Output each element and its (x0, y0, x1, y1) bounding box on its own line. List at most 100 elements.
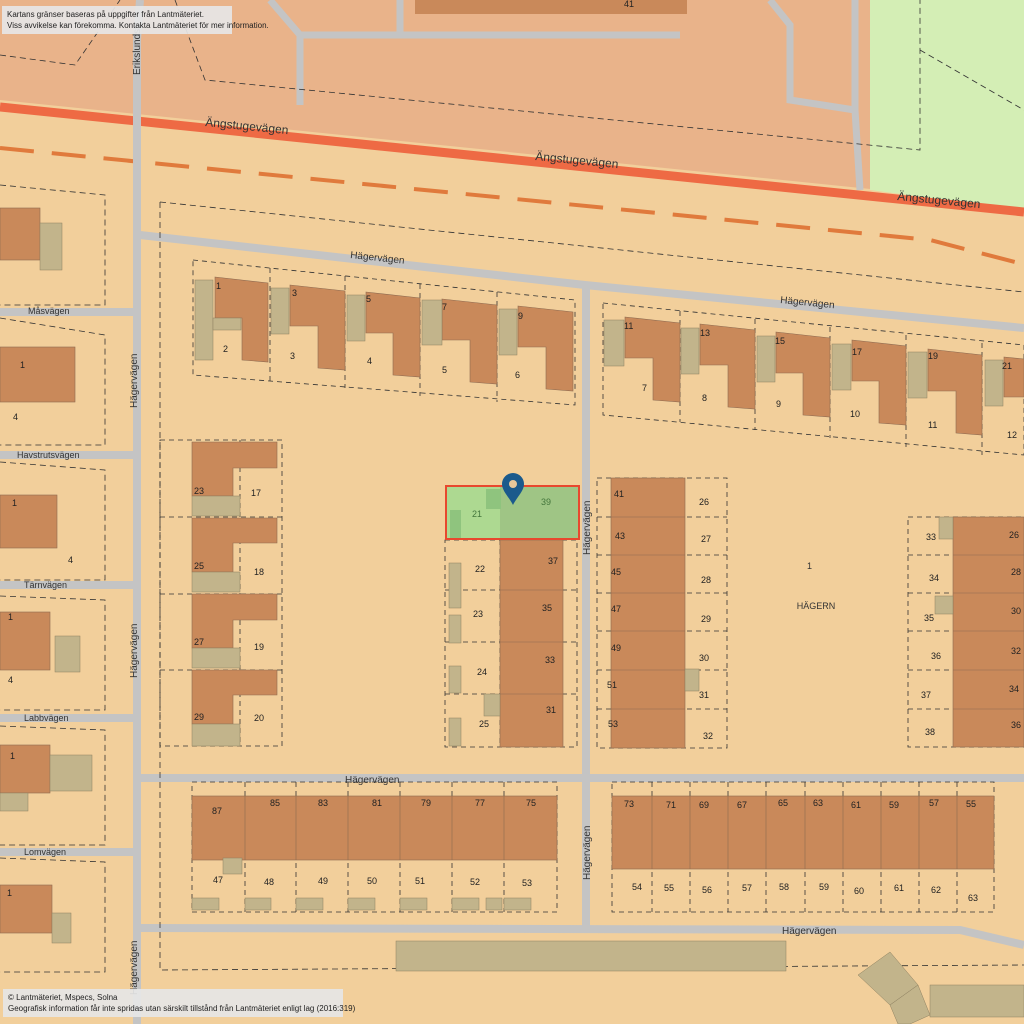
plot-number: 1 (20, 360, 25, 370)
plot-number: 60 (854, 886, 864, 896)
plot-number: 11 (624, 321, 633, 331)
disclaimer-line-2: Viss avvikelse kan förekomma. Kontakta L… (7, 21, 269, 30)
plot-number: 18 (254, 567, 264, 577)
plot-number: 77 (475, 798, 485, 808)
plot-number: 43 (615, 531, 625, 541)
plot-number: 15 (775, 336, 785, 346)
plot-number: 65 (778, 798, 788, 808)
plot-number: 29 (194, 712, 204, 722)
plot-number: 1 (12, 498, 17, 508)
plot-number: 8 (702, 393, 707, 403)
plot-number: 19 (254, 642, 264, 652)
plot-number: 25 (479, 719, 489, 729)
plot-number: 85 (270, 798, 280, 808)
plot-number: 41 (614, 489, 624, 499)
park-area (870, 0, 1024, 210)
plot-number: 36 (931, 651, 941, 661)
plot-number: 75 (526, 798, 536, 808)
plot-number: 27 (194, 637, 204, 647)
plot-number: 37 (921, 690, 931, 700)
selected-label-39: 39 (541, 497, 551, 507)
plot-number: 57 (742, 883, 752, 893)
map-disclaimer: Kartans gränser baseras på uppgifter frå… (2, 6, 269, 34)
plot-number: 31 (546, 705, 556, 715)
plot-number: 28 (701, 575, 711, 585)
plot-number: 22 (475, 564, 485, 574)
plot-number: 61 (894, 883, 904, 893)
road-label-labb: Labbvägen (24, 713, 69, 723)
property-map[interactable]: Ängstugevägen Ängstugevägen Ängstugeväge… (0, 0, 1024, 1025)
plot-number: 21 (1002, 361, 1012, 371)
plot-number: 25 (194, 561, 204, 571)
plot-number: 26 (699, 497, 709, 507)
plot-number: 59 (819, 882, 829, 892)
plot-number: 32 (1011, 646, 1021, 656)
plot-number: 49 (611, 643, 621, 653)
copyright-line-2: Geografisk information får inte spridas … (8, 1004, 356, 1013)
plot-number: 11 (928, 420, 937, 430)
road-label-hager-7: Hägervägen (129, 354, 140, 408)
plot-number: 49 (318, 876, 328, 886)
plot-number: 5 (366, 294, 371, 304)
plot-number: 9 (518, 311, 523, 321)
plot-number: 53 (608, 719, 618, 729)
plot-number: 52 (470, 877, 480, 887)
plot-number: 35 (542, 603, 552, 613)
plot-number: 26 (1009, 530, 1019, 540)
plot-number: 20 (254, 713, 264, 723)
road-label-tarn: Tärnvägen (24, 580, 67, 590)
road-label-hager-5: Hägervägen (582, 826, 593, 880)
plot-number: 87 (212, 806, 222, 816)
plot-number: 33 (926, 532, 936, 542)
plot-number: 37 (548, 556, 558, 566)
road-label-hager-4: Hägervägen (345, 775, 399, 786)
plot-number: 33 (545, 655, 555, 665)
plot-number: 47 (213, 875, 223, 885)
plot-number: 30 (1011, 606, 1021, 616)
plot-number: 2 (223, 344, 228, 354)
plot-number: 7 (442, 302, 447, 312)
plot-number: 41 (624, 0, 634, 9)
plot-number: 61 (851, 800, 861, 810)
plot-number: 23 (194, 486, 204, 496)
area-name: HÄGERN (797, 601, 836, 611)
road-label-hager-9: Hägervägen (129, 941, 140, 995)
plot-number: 58 (779, 882, 789, 892)
plot-number: 7 (642, 383, 647, 393)
plot-number: 73 (624, 799, 634, 809)
copyright-line-1: © Lantmäteriet, Mspecs, Solna (8, 993, 118, 1002)
plot-number: 55 (664, 883, 674, 893)
plot-number: 29 (701, 614, 711, 624)
road-label-havs: Havstrutsvägen (17, 450, 80, 460)
plot-number: 1 (7, 888, 12, 898)
map-copyright: © Lantmäteriet, Mspecs, Solna Geografisk… (3, 989, 356, 1017)
plot-number: 27 (701, 534, 711, 544)
plot-number: 48 (264, 877, 274, 887)
plot-number: 30 (699, 653, 709, 663)
plot-number: 63 (968, 893, 978, 903)
plot-number: 32 (703, 731, 713, 741)
road-label-hager-3: Hägervägen (582, 501, 593, 555)
map-canvas: Ängstugevägen Ängstugevägen Ängstugeväge… (0, 0, 1024, 1025)
plot-number: 50 (367, 876, 377, 886)
plot-number: 34 (929, 573, 939, 583)
selected-label-21: 21 (472, 509, 482, 519)
plot-number: 17 (251, 488, 261, 498)
plot-number: 83 (318, 798, 328, 808)
plot-number: 63 (813, 798, 823, 808)
plot-number: 56 (702, 885, 712, 895)
plot-number: 13 (700, 328, 710, 338)
plot-number: 35 (924, 613, 934, 623)
plot-number: 38 (925, 727, 935, 737)
plot-number: 24 (477, 667, 487, 677)
plot-number: 6 (515, 370, 520, 380)
plot-number: 54 (632, 882, 642, 892)
plot-number: 79 (421, 798, 431, 808)
road-label-lomv: Lomvägen (24, 847, 66, 857)
plot-number: 31 (699, 690, 709, 700)
road-label-hager-6: Hägervägen (782, 926, 836, 937)
plot-number: 1 (10, 751, 15, 761)
road-label-hager-8: Hägervägen (129, 624, 140, 678)
plot-number: 45 (611, 567, 621, 577)
plot-number: 3 (292, 288, 297, 298)
